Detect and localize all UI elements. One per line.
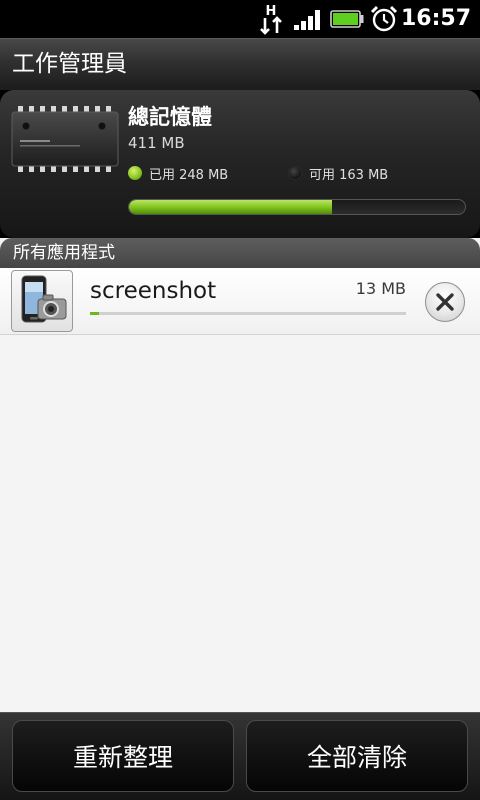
memory-panel: 總記憶體 411 MB 已用 248 MB 可用 163 MB — [0, 90, 480, 238]
memory-card: 總記憶體 411 MB 已用 248 MB 可用 163 MB — [0, 90, 480, 238]
app-memory-bar — [90, 312, 406, 315]
app-name: screenshot — [90, 278, 217, 304]
memory-used-legend: 已用 248 MB — [128, 162, 228, 184]
clear-all-button[interactable]: 全部清除 — [246, 720, 468, 792]
memory-used-label: 已用 248 MB — [149, 167, 229, 183]
alarm-clock-icon — [370, 5, 398, 32]
memory-usage-bar — [128, 199, 466, 215]
screenshot-app-icon — [11, 270, 73, 332]
task-manager-screen: H 16:57 工作管理員 總記憶體 411 MB 已用 248 MB 可用 1… — [0, 0, 480, 800]
section-label: 所有應用程式 — [13, 243, 115, 263]
memory-total: 411 MB — [128, 134, 185, 152]
end-task-button[interactable] — [425, 282, 465, 322]
used-dot-icon — [128, 166, 142, 180]
section-header: 所有應用程式 — [0, 238, 480, 268]
memory-chip-icon — [11, 106, 119, 172]
memory-free-legend: 可用 163 MB — [288, 162, 388, 184]
battery-icon — [330, 10, 364, 28]
svg-text:H: H — [266, 4, 277, 19]
memory-title: 總記憶體 — [128, 105, 212, 129]
free-dot-icon — [288, 166, 302, 180]
bottom-action-bar: 重新整理 全部清除 — [0, 712, 480, 800]
list-item[interactable]: screenshot 13 MB — [0, 268, 480, 335]
close-icon — [436, 293, 454, 311]
status-bar: H 16:57 — [0, 0, 480, 38]
signal-strength-icon — [294, 10, 320, 30]
status-clock: 16:57 — [400, 6, 471, 31]
hspa-data-icon: H — [260, 4, 282, 35]
refresh-button[interactable]: 重新整理 — [12, 720, 234, 792]
page-title: 工作管理員 — [12, 51, 127, 77]
app-memory-fill — [90, 312, 100, 315]
app-list: screenshot 13 MB — [0, 268, 480, 712]
title-bar: 工作管理員 — [0, 38, 480, 90]
memory-usage-fill — [129, 200, 332, 214]
memory-free-label: 可用 163 MB — [309, 167, 389, 183]
app-memory-size: 13 MB — [355, 279, 406, 298]
